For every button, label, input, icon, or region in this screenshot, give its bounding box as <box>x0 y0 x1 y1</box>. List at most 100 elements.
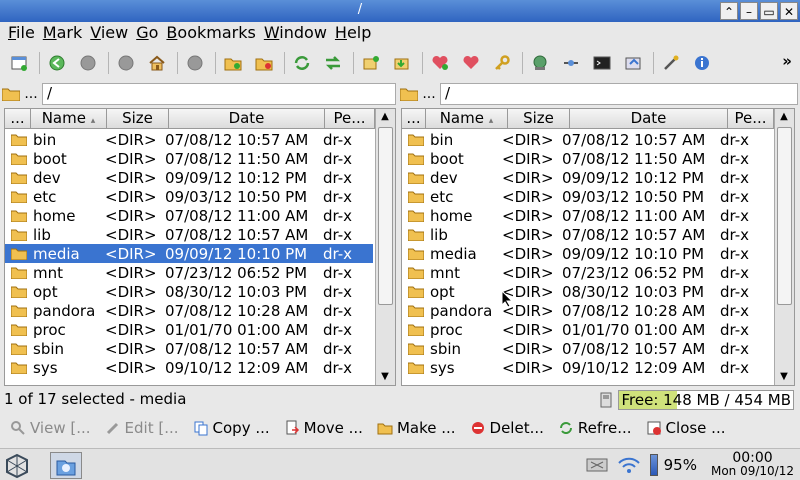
table-row[interactable]: bin <DIR> 07/08/12 10:57 AM dr-x <box>5 130 373 149</box>
left-vertical-scrollbar[interactable]: ▲ ▼ <box>375 109 395 385</box>
table-row[interactable]: media <DIR> 09/09/12 10:10 PM dr-x <box>402 244 770 263</box>
menu-mark[interactable]: Mark <box>41 22 88 44</box>
archive-icon[interactable] <box>358 50 384 76</box>
column-icon-header[interactable]: ... <box>402 109 426 128</box>
left-path-history-button[interactable]: ... <box>20 86 42 102</box>
table-row[interactable]: proc <DIR> 01/01/70 01:00 AM dr-x <box>402 320 770 339</box>
delete-folder-icon[interactable] <box>251 50 277 76</box>
table-row[interactable]: sys <DIR> 09/10/12 12:09 AM dr-x <box>402 358 770 377</box>
column-perm-header[interactable]: Pe... <box>325 109 375 128</box>
terminal-icon[interactable] <box>589 50 615 76</box>
table-row[interactable]: mnt <DIR> 07/23/12 06:52 PM dr-x <box>402 263 770 282</box>
table-row[interactable]: etc <DIR> 09/03/12 10:50 PM dr-x <box>5 187 373 206</box>
up-icon[interactable] <box>113 50 139 76</box>
scroll-up-icon[interactable]: ▲ <box>379 111 391 123</box>
table-row[interactable]: home <DIR> 07/08/12 11:00 AM dr-x <box>402 206 770 225</box>
table-row[interactable]: pandora <DIR> 07/08/12 10:28 AM dr-x <box>402 301 770 320</box>
menu-view[interactable]: View <box>88 22 134 44</box>
start-menu-icon[interactable] <box>4 453 30 479</box>
table-row[interactable]: etc <DIR> 09/03/12 10:50 PM dr-x <box>402 187 770 206</box>
file-size: <DIR> <box>502 168 554 187</box>
table-row[interactable]: boot <DIR> 07/08/12 11:50 AM dr-x <box>5 149 373 168</box>
make-directory-button[interactable]: Make ... <box>377 419 456 437</box>
table-row[interactable]: home <DIR> 07/08/12 11:00 AM dr-x <box>5 206 373 225</box>
keyboard-icon[interactable] <box>586 456 608 474</box>
info-icon[interactable] <box>689 50 715 76</box>
stop-icon[interactable] <box>182 50 208 76</box>
key-icon[interactable] <box>489 50 515 76</box>
scroll-thumb[interactable] <box>378 127 393 305</box>
edit-button[interactable]: Edit [... <box>105 419 179 437</box>
new-window-icon[interactable] <box>6 50 32 76</box>
view-button[interactable]: View [... <box>10 419 91 437</box>
column-icon-header[interactable]: ... <box>5 109 31 128</box>
maximize-icon[interactable]: ▭ <box>760 2 778 20</box>
menu-file[interactable]: File <box>6 22 41 44</box>
right-path-history-button[interactable]: ... <box>418 86 440 102</box>
connect-icon[interactable] <box>558 50 584 76</box>
left-file-panel[interactable]: ... Name ▴ Size Date Pe... bin <DIR> 07/08… <box>4 108 396 386</box>
home-icon[interactable] <box>144 50 170 76</box>
table-row[interactable]: opt <DIR> 08/30/12 10:03 PM dr-x <box>5 282 373 301</box>
table-row[interactable]: mnt <DIR> 07/23/12 06:52 PM dr-x <box>5 263 373 282</box>
minimize-icon[interactable]: – <box>740 2 758 20</box>
menu-go[interactable]: Go <box>134 22 164 44</box>
new-folder-icon[interactable] <box>220 50 246 76</box>
table-row[interactable]: bin <DIR> 07/08/12 10:57 AM dr-x <box>402 130 770 149</box>
scroll-up-icon[interactable]: ▲ <box>778 111 790 123</box>
delete-button[interactable]: Delet... <box>470 419 544 437</box>
back-icon[interactable] <box>44 50 70 76</box>
file-list: bin <DIR> 07/08/12 10:57 AM dr-x boot <DIR> 07… <box>5 130 373 377</box>
extract-icon[interactable] <box>389 50 415 76</box>
scroll-down-icon[interactable]: ▼ <box>379 371 391 383</box>
table-row[interactable]: proc <DIR> 01/01/70 01:00 AM dr-x <box>5 320 373 339</box>
scroll-down-icon[interactable]: ▼ <box>778 371 790 383</box>
right-path-input[interactable]: / <box>440 83 798 105</box>
table-row[interactable]: dev <DIR> 09/09/12 10:12 PM dr-x <box>402 168 770 187</box>
column-name-header[interactable]: Name ▴ <box>426 109 508 128</box>
clock[interactable]: 00:00 Mon 09/10/12 <box>711 451 794 478</box>
table-row[interactable]: dev <DIR> 09/09/12 10:12 PM dr-x <box>5 168 373 187</box>
column-size-header[interactable]: Size <box>107 109 169 128</box>
close-button[interactable]: Close ... <box>646 419 725 437</box>
toolbar-more-button[interactable]: » <box>782 52 792 70</box>
folder-icon <box>11 324 27 336</box>
move-button[interactable]: Move ... <box>284 419 363 437</box>
scroll-thumb[interactable] <box>777 127 792 305</box>
column-name-header[interactable]: Name ▴ <box>31 109 107 128</box>
column-date-header[interactable]: Date <box>570 109 728 128</box>
column-date-header[interactable]: Date <box>169 109 325 128</box>
left-path-input[interactable]: / <box>42 83 396 105</box>
mail-icon[interactable] <box>620 50 646 76</box>
sync-icon[interactable] <box>320 50 346 76</box>
table-row[interactable]: opt <DIR> 08/30/12 10:03 PM dr-x <box>402 282 770 301</box>
file-permissions: dr-x <box>323 206 353 225</box>
settings-wand-icon[interactable] <box>658 50 684 76</box>
table-row[interactable]: boot <DIR> 07/08/12 11:50 AM dr-x <box>402 149 770 168</box>
menu-window[interactable]: Window <box>262 22 333 44</box>
right-vertical-scrollbar[interactable]: ▲ ▼ <box>774 109 794 385</box>
shade-up-icon[interactable]: ⌃ <box>720 2 738 20</box>
wifi-icon[interactable] <box>616 455 642 475</box>
taskbar-app-button[interactable] <box>50 452 82 479</box>
table-row[interactable]: sbin <DIR> 07/08/12 10:57 AM dr-x <box>402 339 770 358</box>
column-perm-header[interactable]: Pe... <box>728 109 774 128</box>
forward-icon[interactable] <box>75 50 101 76</box>
add-bookmark-icon[interactable] <box>427 50 453 76</box>
refresh-button[interactable]: Refre... <box>558 419 632 437</box>
close-icon[interactable]: ✕ <box>780 2 798 20</box>
bookmarks-icon[interactable] <box>458 50 484 76</box>
copy-button[interactable]: Copy ... <box>193 419 270 437</box>
menu-help[interactable]: Help <box>333 22 377 44</box>
column-size-header[interactable]: Size <box>508 109 570 128</box>
right-file-panel[interactable]: ... Name ▴ Size Date Pe... bin <DIR> 07/08… <box>401 108 795 386</box>
table-row[interactable]: pandora <DIR> 07/08/12 10:28 AM dr-x <box>5 301 373 320</box>
refresh-icon[interactable] <box>289 50 315 76</box>
network-icon[interactable] <box>527 50 553 76</box>
table-row[interactable]: lib <DIR> 07/08/12 10:57 AM dr-x <box>5 225 373 244</box>
table-row[interactable]: sbin <DIR> 07/08/12 10:57 AM dr-x <box>5 339 373 358</box>
menu-bookmarks[interactable]: Bookmarks <box>164 22 261 44</box>
table-row[interactable]: sys <DIR> 09/10/12 12:09 AM dr-x <box>5 358 373 377</box>
table-row[interactable]: lib <DIR> 07/08/12 10:57 AM dr-x <box>402 225 770 244</box>
table-row[interactable]: media <DIR> 09/09/12 10:10 PM dr-x <box>5 244 373 263</box>
